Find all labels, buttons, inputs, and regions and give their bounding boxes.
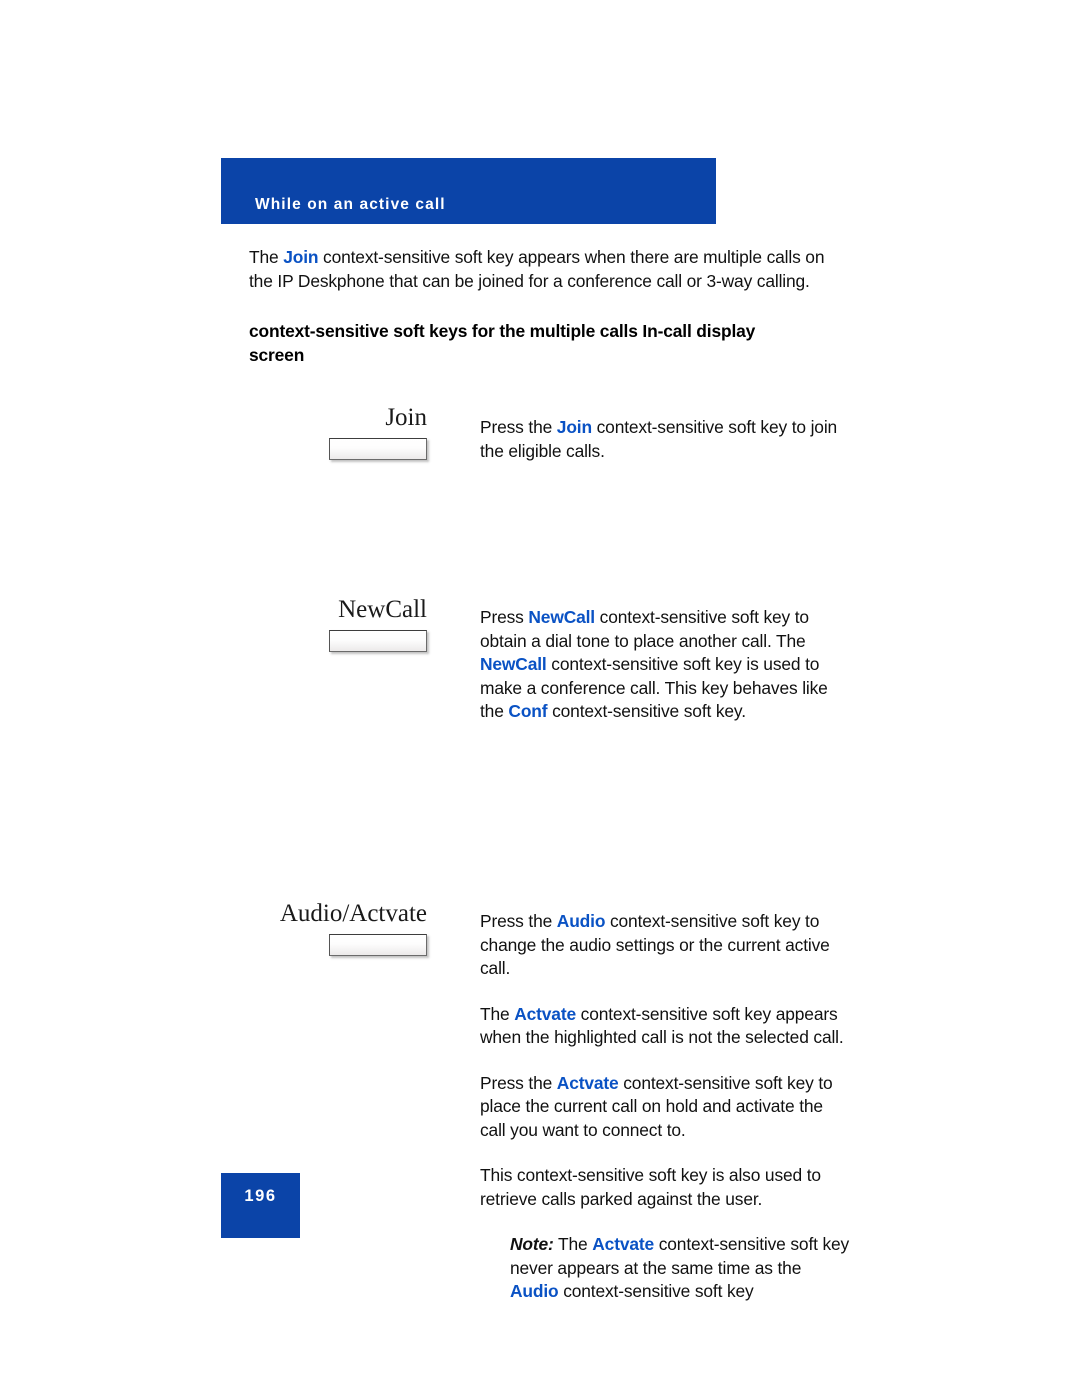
text-segment: context-sensitive soft key. — [547, 701, 746, 721]
keyword-audio: Audio — [556, 911, 606, 931]
keyword-conf: Conf — [508, 701, 548, 721]
softkey-button-audio-actvate[interactable] — [329, 934, 427, 956]
softkey-label-join: Join — [385, 404, 427, 431]
softkey-row-join: Join Press the Join context-sensitive so… — [249, 404, 849, 500]
subsection-heading: context-sensitive soft keys for the mult… — [249, 321, 756, 365]
keyword-newcall: NewCall — [528, 607, 595, 627]
softkey-button-newcall[interactable] — [329, 630, 427, 652]
keyword-actvate: Actvate — [514, 1003, 576, 1024]
section-header-title: While on an active call — [255, 196, 446, 213]
keyword-actvate: Actvate — [592, 1234, 655, 1254]
paragraph: Press the Audio context-sensitive soft k… — [480, 910, 852, 981]
text-segment: The — [480, 1003, 515, 1024]
softkey-description-newcall: Press NewCall context-sensitive soft key… — [480, 606, 852, 724]
softkey-row-audio-actvate: Audio/Actvate Press the Audio context-se… — [249, 900, 849, 1301]
intro-text-part2: context-sensitive soft key appears when … — [249, 247, 825, 291]
paragraph: Press NewCall context-sensitive soft key… — [480, 606, 852, 724]
page-number: 196 — [244, 1187, 277, 1205]
text-segment: This context-sensitive soft key is also … — [480, 1165, 821, 1209]
softkey-graphic-newcall: NewCall — [249, 596, 449, 652]
note-paragraph: Note: The Actvate context-sensitive soft… — [510, 1233, 852, 1304]
note-label: Note: — [510, 1234, 554, 1254]
softkey-button-join[interactable] — [329, 438, 427, 460]
text-segment: context-sensitive soft key — [558, 1281, 754, 1301]
softkey-table: Join Press the Join context-sensitive so… — [249, 404, 849, 1301]
softkey-graphic-join: Join — [249, 404, 449, 460]
intro-text-part1: The — [249, 247, 284, 267]
paragraph: This context-sensitive soft key is also … — [480, 1164, 852, 1211]
keyword-newcall: NewCall — [480, 654, 547, 674]
text-segment: Press the — [480, 417, 557, 437]
text-segment: Press — [480, 607, 529, 627]
text-segment: The — [553, 1234, 593, 1254]
page-number-box: 196 — [221, 1173, 300, 1238]
softkey-label-newcall: NewCall — [338, 596, 427, 623]
page-content: The Join context-sensitive soft key appe… — [249, 246, 849, 367]
keyword-audio: Audio — [510, 1281, 559, 1301]
paragraph: Press the Join context-sensitive soft ke… — [480, 416, 852, 463]
paragraph: Press the Actvate context-sensitive soft… — [480, 1072, 852, 1143]
keyword-join: Join — [556, 417, 592, 437]
intro-paragraph: The Join context-sensitive soft key appe… — [249, 246, 834, 293]
keyword-actvate: Actvate — [556, 1072, 619, 1093]
softkey-label-audio-actvate: Audio/Actvate — [279, 900, 427, 927]
softkey-description-join: Press the Join context-sensitive soft ke… — [480, 416, 852, 463]
section-header-banner: While on an active call — [221, 158, 716, 224]
text-segment: Press the — [480, 1072, 557, 1093]
softkey-graphic-audio-actvate: Audio/Actvate — [249, 900, 449, 956]
keyword-join: Join — [283, 247, 319, 267]
document-page: While on an active call The Join context… — [0, 0, 1080, 1397]
paragraph: The Actvate context-sensitive soft key a… — [480, 1003, 852, 1050]
text-segment: Press the — [480, 911, 557, 931]
softkey-row-newcall: NewCall Press NewCall context-sensitive … — [249, 596, 849, 748]
softkey-description-audio-actvate: Press the Audio context-sensitive soft k… — [480, 910, 852, 1304]
